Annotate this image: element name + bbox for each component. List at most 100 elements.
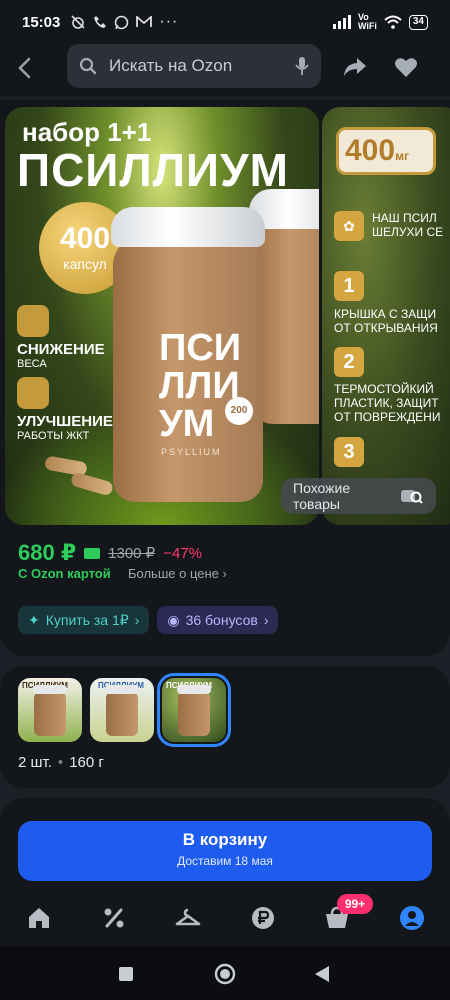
screen: 15:03 ··· Vo WiFi 34 Искать на Ozon набо… [0,0,450,1000]
hanger-tab-icon[interactable] [174,904,202,932]
more-about-price-label: Больше о цене [128,566,219,581]
bonus-chip-label: 36 бонусов [185,612,258,628]
feature-subtitle: РАБОТЫ ЖКТ [17,430,90,442]
image-brand-title: ПСИЛЛИУМ [17,144,289,196]
info-row-text-1: КРЫШКА С ЗАЩИ ОТ ОТКРЫВАНИЯ [334,307,438,335]
info-row-text-2: ТЕРМОСТОЙКИЙ ПЛАСТИК, ЗАЩИТ ОТ ПОВРЕЖДЕН… [334,382,440,424]
ozon-card-label: С Ozon картой [18,566,111,581]
more-notifications-icon: ··· [159,13,179,30]
separator-dot: • [57,754,64,771]
discounts-tab-icon[interactable] [100,904,128,932]
promo-chips: ✦ Купить за 1₽ › ◉ 36 бонусов › [18,606,279,634]
price-row: 680 ₽ 1300 ₽ −47% [18,540,202,566]
product-gallery[interactable]: набор 1+1 ПСИЛЛИУМ 400 капсул СНИЖЕНИЕ В… [0,100,450,530]
more-about-price-link[interactable]: Больше о цене › [128,566,227,581]
feature-weight: СНИЖЕНИЕ ВЕСА [17,305,105,370]
profile-tab-icon[interactable] [398,904,426,932]
buy-for-1-ruble-chip[interactable]: ✦ Купить за 1₽ › [18,606,150,634]
feature-title: УЛУЧШЕНИЕ [17,413,113,430]
variant-thumb-3-selected[interactable]: ПСИЛЛИУМ [157,673,231,747]
search-bar[interactable]: Искать на Ozon [67,44,321,88]
jar-front: ПСИ ЛЛИ УМ PSYLLIUM 200 [111,207,265,502]
app-header: Искать на Ozon [0,44,450,96]
chevron-right-icon: › [263,612,269,628]
info-row: 2 [334,347,364,377]
dosage-number: 400 [345,134,396,167]
vowifi-bottom: WiFi [357,21,377,31]
product-image-1[interactable]: набор 1+1 ПСИЛЛИУМ 400 капсул СНИЖЕНИЕ В… [5,107,319,525]
variant-thumb-1[interactable]: ПСИЛЛИУМ [18,678,82,742]
info-number: 1 [334,271,364,301]
info-row-text: НАШ ПСИЛ ШЕЛУХИ СЕ [372,211,444,239]
chevron-right-icon: › [222,566,227,581]
add-to-cart-button[interactable]: В корзину Доставим 18 мая [18,821,432,881]
jar-thumb [33,685,67,736]
discount-percent: −47% [163,544,203,562]
status-time: 15:03 [22,13,61,31]
variant-count: 2 шт. [18,754,52,771]
similar-products-label: Похожие товары [293,480,351,512]
status-bar: 15:03 ··· Vo WiFi 34 [0,0,450,44]
wifi-icon [384,15,402,29]
phone-icon [94,16,107,28]
variants-card: ПСИЛЛИУМ ПСИЛЛИУМ ПСИЛЛИУМ 2 шт. • 160 г [0,666,450,788]
feature-digestion: УЛУЧШЕНИЕ РАБОТЫ ЖКТ [17,377,113,442]
heart-icon[interactable] [394,57,418,78]
jar-thumb [177,685,211,736]
buy-chip-label: Купить за 1₽ [45,611,129,628]
info-row-text: ТЕРМОСТОЙКИЙ ПЛАСТИК, ЗАЩИТ ОТ ПОВРЕЖДЕН… [334,382,441,424]
info-row: 3 [334,437,364,467]
home-button-icon[interactable] [214,963,236,985]
status-right: Vo WiFi 34 [332,13,428,31]
variant-thumb-2[interactable]: ПСИЛЛИУМ [90,678,154,742]
intestine-icon [17,377,49,409]
jar-thumb [105,685,139,736]
recent-apps-icon[interactable] [118,966,134,982]
leaf-icon: ✿ [334,211,364,241]
jar-title: ПСИ ЛЛИ УМ [159,327,242,445]
bottom-tab-bar [0,890,450,946]
delivery-date-label: Доставим 18 мая [177,854,273,868]
info-row: ✿ НАШ ПСИЛ ШЕЛУХИ СЕ [334,211,443,241]
variant-label: 2 шт. • 160 г [18,754,104,771]
info-row-text: КРЫШКА С ЗАЩИ ОТ ОТКРЫВАНИЯ [334,307,438,335]
old-price: 1300 ₽ [108,545,156,562]
microphone-icon[interactable] [295,56,309,76]
share-icon[interactable] [343,56,367,78]
vowifi-label: Vo WiFi [358,13,377,31]
jar-lid [111,207,265,247]
signal-icon [332,15,351,29]
gmail-icon [136,16,153,27]
product-image-2[interactable]: 400мг ✿ НАШ ПСИЛ ШЕЛУХИ СЕ 1 КРЫШКА С ЗА… [322,107,450,525]
variant-weight: 160 г [69,754,104,771]
back-button[interactable] [17,55,47,86]
add-to-cart-label: В корзину [182,830,268,849]
back-triangle-icon[interactable] [314,965,330,983]
similar-products-button[interactable]: Похожие товары [281,478,436,514]
feature-title: СНИЖЕНИЕ [17,341,105,358]
feature-subtitle: ВЕСА [17,358,47,370]
battery-icon: 34 [408,14,428,30]
whatsapp-icon [115,15,129,29]
dosage-badge: 400мг [336,127,436,175]
scale-icon [17,305,49,337]
similar-search-icon [401,490,423,504]
price-card: 680 ₽ 1300 ₽ −47% С Ozon картой Больше о… [0,530,450,656]
cart-count-badge: 99+ [337,894,373,914]
info-row: 1 [334,271,364,301]
chevron-right-icon: › [134,612,140,628]
notification-icons: ··· [70,13,178,31]
bonus-chip[interactable]: ◉ 36 бонусов › [157,606,279,634]
ruble-tab-icon[interactable] [249,904,277,932]
bonus-icon: ◉ [167,611,180,628]
sparkle-icon: ✦ [28,611,40,628]
info-number: 2 [334,347,364,377]
info-number: 3 [334,437,364,467]
ozon-card-icon [84,547,101,559]
jar-count: 200 [225,397,253,425]
chevron-left-icon [18,57,31,78]
home-tab-icon[interactable] [25,904,53,932]
current-price: 680 ₽ [18,540,77,565]
no-alarm-icon [71,15,85,29]
search-icon [79,57,97,75]
